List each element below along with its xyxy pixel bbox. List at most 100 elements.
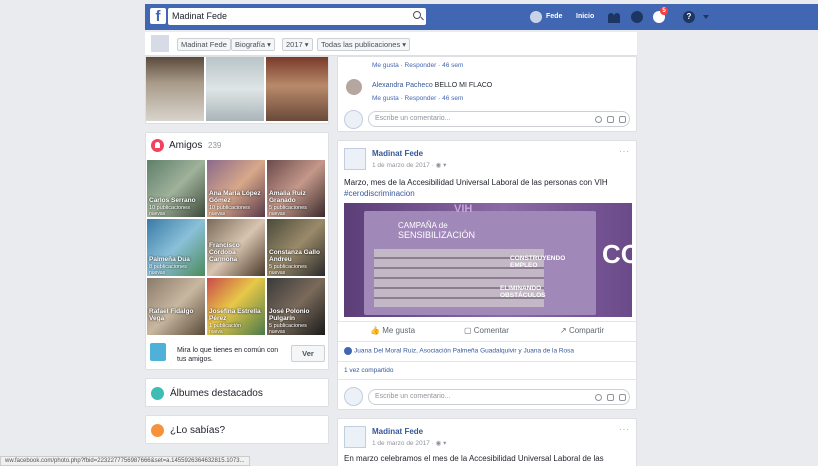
nav-profile-link[interactable]: Fede xyxy=(546,13,562,20)
post-options-icon[interactable]: ··· xyxy=(619,147,630,156)
profile-thumbnail[interactable] xyxy=(151,35,169,52)
search-icon[interactable] xyxy=(413,11,421,19)
account-menu-caret-icon[interactable] xyxy=(703,15,709,19)
gif-icon[interactable] xyxy=(619,116,626,123)
likes-summary[interactable]: Juana Del Moral Ruiz, Asociación Palmeña… xyxy=(344,347,574,355)
friend-new-label: nuevas xyxy=(269,270,286,276)
shares-count[interactable]: 1 vez compartido xyxy=(344,367,394,374)
section-label: Biografía xyxy=(235,40,266,49)
year-label: 2017 xyxy=(286,40,303,49)
comment-button[interactable]: ▢ Comentar xyxy=(464,326,509,335)
gif-icon[interactable] xyxy=(619,394,626,401)
friend-new-label: nuevas xyxy=(149,270,166,276)
commenter-name[interactable]: Alexandra Pacheco xyxy=(372,82,433,89)
post-text: Marzo, mes de la Accesibilidad Universal… xyxy=(344,177,634,199)
friend-name: Constanza Gallo Andreu xyxy=(269,249,320,263)
friend-tile[interactable]: Francisco Córdoba Carmona xyxy=(207,219,265,276)
did-you-know-icon xyxy=(151,424,164,437)
avatar xyxy=(344,387,363,406)
photo-thumbnail[interactable] xyxy=(266,57,328,121)
post-date-text: 1 de marzo de 2017 · xyxy=(372,162,436,169)
friend-requests-icon[interactable] xyxy=(608,11,620,23)
post-author[interactable]: Madinat Fede xyxy=(372,427,423,436)
friend-new-label: nueva xyxy=(209,329,223,335)
year-dropdown[interactable]: 2017 ▾ xyxy=(282,38,313,51)
suggestion-text: Mira lo que tienes en común con tus amig… xyxy=(177,347,279,363)
like-button[interactable]: 👍 Me gusta xyxy=(370,326,415,335)
image-text: VIH xyxy=(454,203,473,215)
comment-actions[interactable]: Me gusta · Responder · 46 sem xyxy=(372,95,463,102)
friend-tile[interactable]: Carlos Serrano 10 publicaciones nuevas xyxy=(147,160,205,217)
friend-name: Josefina Estrella Pérez xyxy=(209,308,261,322)
friends-count: 239 xyxy=(208,141,222,150)
ver-button[interactable]: Ver xyxy=(291,345,325,362)
comment-actions[interactable]: Me gusta · Responder · 46 sem xyxy=(372,62,463,69)
section-dropdown[interactable]: Biografía ▾ xyxy=(231,38,275,51)
emoji-icon[interactable] xyxy=(595,394,602,401)
post-author[interactable]: Madinat Fede xyxy=(372,149,423,158)
image-text: CONSTRUYENDO EMPLEO xyxy=(510,255,566,269)
did-you-know-card[interactable]: ¿Lo sabías? xyxy=(145,415,329,444)
search-value: Madinat Fede xyxy=(172,11,228,21)
post-options-icon[interactable]: ··· xyxy=(619,425,630,434)
comment-input[interactable]: Escribe un comentario... xyxy=(368,389,630,405)
status-bar-url: ww.facebook.com/photo.php?fbid=223227775… xyxy=(0,456,250,466)
post-date-text: 1 de marzo de 2017 · xyxy=(372,440,436,447)
divider xyxy=(338,379,638,380)
share-button[interactable]: ↗ Compartir xyxy=(560,326,604,335)
image-text: ELIMINANDO OBSTÁCULOS xyxy=(500,285,546,299)
profile-name-dropdown[interactable]: Madinat Fede xyxy=(177,38,231,51)
hashtag-link[interactable]: #cerodiscriminacion xyxy=(344,189,415,198)
messages-icon[interactable] xyxy=(631,11,643,23)
photo-thumbnail[interactable] xyxy=(146,57,204,121)
avatar[interactable] xyxy=(344,426,366,448)
facebook-logo-icon[interactable]: f xyxy=(150,8,166,25)
photos-section xyxy=(145,56,329,124)
friend-tile[interactable]: Amalia Ruiz Granado 5 publicaciones nuev… xyxy=(267,160,325,217)
post-text: En marzo celebramos el mes de la Accesib… xyxy=(344,454,604,463)
friend-tile[interactable]: Ana María López Gómez 10 publicaciones n… xyxy=(207,160,265,217)
did-you-know-label: ¿Lo sabías? xyxy=(170,425,226,436)
notification-badge: 5 xyxy=(660,7,668,15)
friend-tile[interactable]: Palmeña Dua 8 publicaciones nuevas xyxy=(147,219,205,276)
image-text: CO xyxy=(602,239,632,269)
avatar[interactable] xyxy=(346,79,362,95)
help-icon[interactable]: ? xyxy=(683,11,695,23)
friend-tile[interactable]: José Polonio Pulgarín 5 publicaciones nu… xyxy=(267,278,325,335)
emoji-icon[interactable] xyxy=(595,116,602,123)
friend-name: Francisco Córdoba Carmona xyxy=(209,242,240,263)
filter-dropdown[interactable]: Todas las publicaciones ▾ xyxy=(317,38,411,51)
suggestion-icon xyxy=(150,343,166,361)
share-label: Compartir xyxy=(568,326,605,335)
photo-thumbnail[interactable] xyxy=(206,57,264,121)
post-date[interactable]: 1 de marzo de 2017 · ◉ ▾ xyxy=(372,439,446,447)
friend-name: Carlos Serrano xyxy=(149,197,196,204)
camera-icon[interactable] xyxy=(607,394,614,401)
friend-tile[interactable]: Constanza Gallo Andreu 5 publicaciones n… xyxy=(267,219,325,276)
friend-new-label: nuevas xyxy=(269,211,286,217)
search-input[interactable]: Madinat Fede xyxy=(168,8,426,25)
friend-tile[interactable]: Rafael Fidalgo Vega xyxy=(147,278,205,335)
post-comments: Me gusta · Responder · 46 sem Alexandra … xyxy=(337,56,637,132)
timeline-subnav: Madinat Fede Biografía ▾ 2017 ▾ Todas la… xyxy=(145,32,637,56)
image-text: SENSIBILIZACIÓN xyxy=(398,230,476,240)
comment-input[interactable]: Escribe un comentario... xyxy=(368,111,630,127)
friend-new-label: nuevas xyxy=(149,211,166,217)
avatar[interactable] xyxy=(344,148,366,170)
comment-placeholder: Escribe un comentario... xyxy=(375,115,451,122)
friend-new-label: nuevas xyxy=(269,329,286,335)
friend-tile[interactable]: Josefina Estrella Pérez 1 publicación nu… xyxy=(207,278,265,335)
comment-text: Alexandra Pacheco BELLO MI FLACO xyxy=(372,82,492,89)
divider xyxy=(338,361,638,362)
post-image[interactable]: VIH CAMPAÑA de SENSIBILIZACIÓN CONSTRUYE… xyxy=(344,203,632,317)
comment-label: Comentar xyxy=(473,326,509,335)
post-date[interactable]: 1 de marzo de 2017 · ◉ ▾ xyxy=(372,161,446,169)
albums-icon xyxy=(151,387,164,400)
avatar[interactable] xyxy=(530,11,542,23)
camera-icon[interactable] xyxy=(607,116,614,123)
nav-home-link[interactable]: Inicio xyxy=(576,13,594,20)
like-label: Me gusta xyxy=(382,326,416,335)
friends-title[interactable]: Amigos xyxy=(169,140,202,151)
featured-albums-card[interactable]: Álbumes destacados xyxy=(145,378,329,407)
comment-placeholder: Escribe un comentario... xyxy=(375,393,451,400)
